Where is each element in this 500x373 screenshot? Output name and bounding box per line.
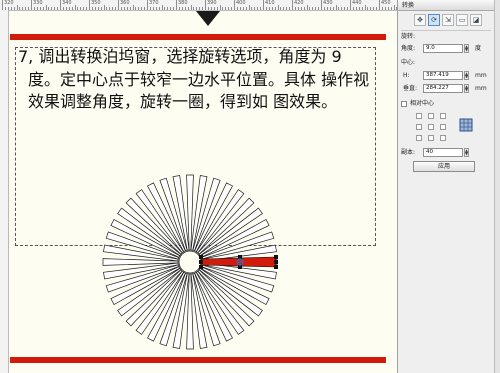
center-label: 中心: [401, 59, 416, 66]
h-unit: mm [475, 72, 487, 79]
angle-input[interactable]: 9.0 [423, 44, 463, 53]
h-spinner[interactable]: ▲ ▼ [464, 71, 469, 80]
rotate-preview-icon [459, 118, 473, 132]
relative-center-checkbox[interactable] [401, 101, 407, 107]
handle-left [199, 260, 203, 264]
rotate-tab-button[interactable]: ⟳ [428, 14, 440, 26]
apply-button[interactable]: 应用 [413, 161, 475, 172]
rotated-stripes-artwork[interactable] [0, 0, 397, 373]
handle-top-right [274, 255, 278, 259]
rotate-section-label: 旋转: [401, 33, 416, 40]
copies-label: 副本: [401, 149, 416, 156]
angle-spinner[interactable]: ▲ ▼ [464, 44, 469, 53]
transform-docker: 转换 [397, 0, 500, 373]
v-spinner[interactable]: ▲ ▼ [464, 84, 469, 93]
v-label: 垂直: [403, 85, 418, 92]
size-tab-button[interactable]: ▭ [456, 14, 468, 26]
scale-tab-button[interactable]: ⇲ [442, 14, 454, 26]
docker-side-strip[interactable] [494, 0, 500, 373]
v-unit: mm [475, 85, 487, 92]
docker-separator [401, 30, 491, 31]
copies-spinner[interactable]: ▲ ▼ [464, 148, 469, 157]
handle-top-left [199, 255, 203, 259]
center-hole [178, 250, 202, 274]
position-tab-button[interactable]: ✥ [414, 14, 426, 26]
handle-right [274, 260, 278, 264]
rotate-icon: ⟳ [431, 16, 437, 24]
v-input[interactable]: 284.227 [423, 84, 463, 93]
skew-tab-button[interactable]: ◪ [470, 14, 482, 26]
copies-input[interactable]: 40 [423, 148, 463, 157]
handle-bottom-right [274, 265, 278, 269]
handle-bottom-left [199, 265, 203, 269]
angle-unit: 度 [475, 45, 482, 52]
h-input[interactable]: 387.419 [423, 71, 463, 80]
position-icon: ✥ [417, 16, 423, 24]
docker-title: 转换 [398, 0, 500, 11]
angle-label: 角度: [401, 45, 416, 52]
size-icon: ▭ [458, 16, 466, 24]
scale-icon: ⇲ [445, 16, 451, 24]
relative-center-label: 相对中心 [410, 100, 435, 107]
h-label: H: [403, 72, 410, 79]
skew-icon: ◪ [472, 16, 480, 24]
